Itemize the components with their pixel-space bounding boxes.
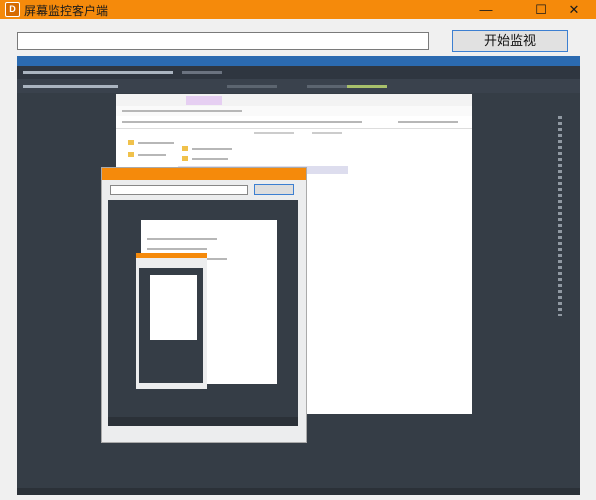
nested-explorer-2 (150, 275, 197, 340)
explorer-address-bar (116, 116, 472, 129)
nested-taskbar (108, 417, 298, 426)
minimize-icon[interactable]: — (464, 0, 508, 19)
ide-side-panel (558, 116, 562, 316)
explorer-ribbon (116, 106, 472, 116)
nested-titlebar (102, 168, 306, 180)
ide-title-bar (17, 56, 580, 66)
folder-icon (182, 146, 188, 151)
nested-client-window-2 (136, 253, 207, 389)
nested-titlebar-2 (136, 253, 207, 258)
window-titlebar: D 屏幕监控客户端 — ☐ ✕ (0, 0, 596, 19)
nested-client-window (101, 167, 307, 443)
folder-icon (128, 152, 134, 157)
folder-icon (182, 156, 188, 161)
nested-screen (108, 200, 298, 426)
window-title: 屏幕监控客户端 (24, 4, 109, 18)
nested-screen-2 (139, 268, 203, 383)
explorer-titlebar (116, 94, 472, 106)
ide-toolbar (17, 79, 580, 93)
close-icon[interactable]: ✕ (552, 0, 596, 19)
app-icon: D (5, 2, 20, 17)
start-monitor-button[interactable]: 开始监视 (452, 30, 568, 52)
ide-status-bar (17, 488, 580, 495)
ide-menu-bar (17, 66, 580, 79)
remote-screen-view (17, 56, 580, 495)
server-address-input[interactable] (17, 32, 429, 50)
folder-icon (128, 140, 134, 145)
